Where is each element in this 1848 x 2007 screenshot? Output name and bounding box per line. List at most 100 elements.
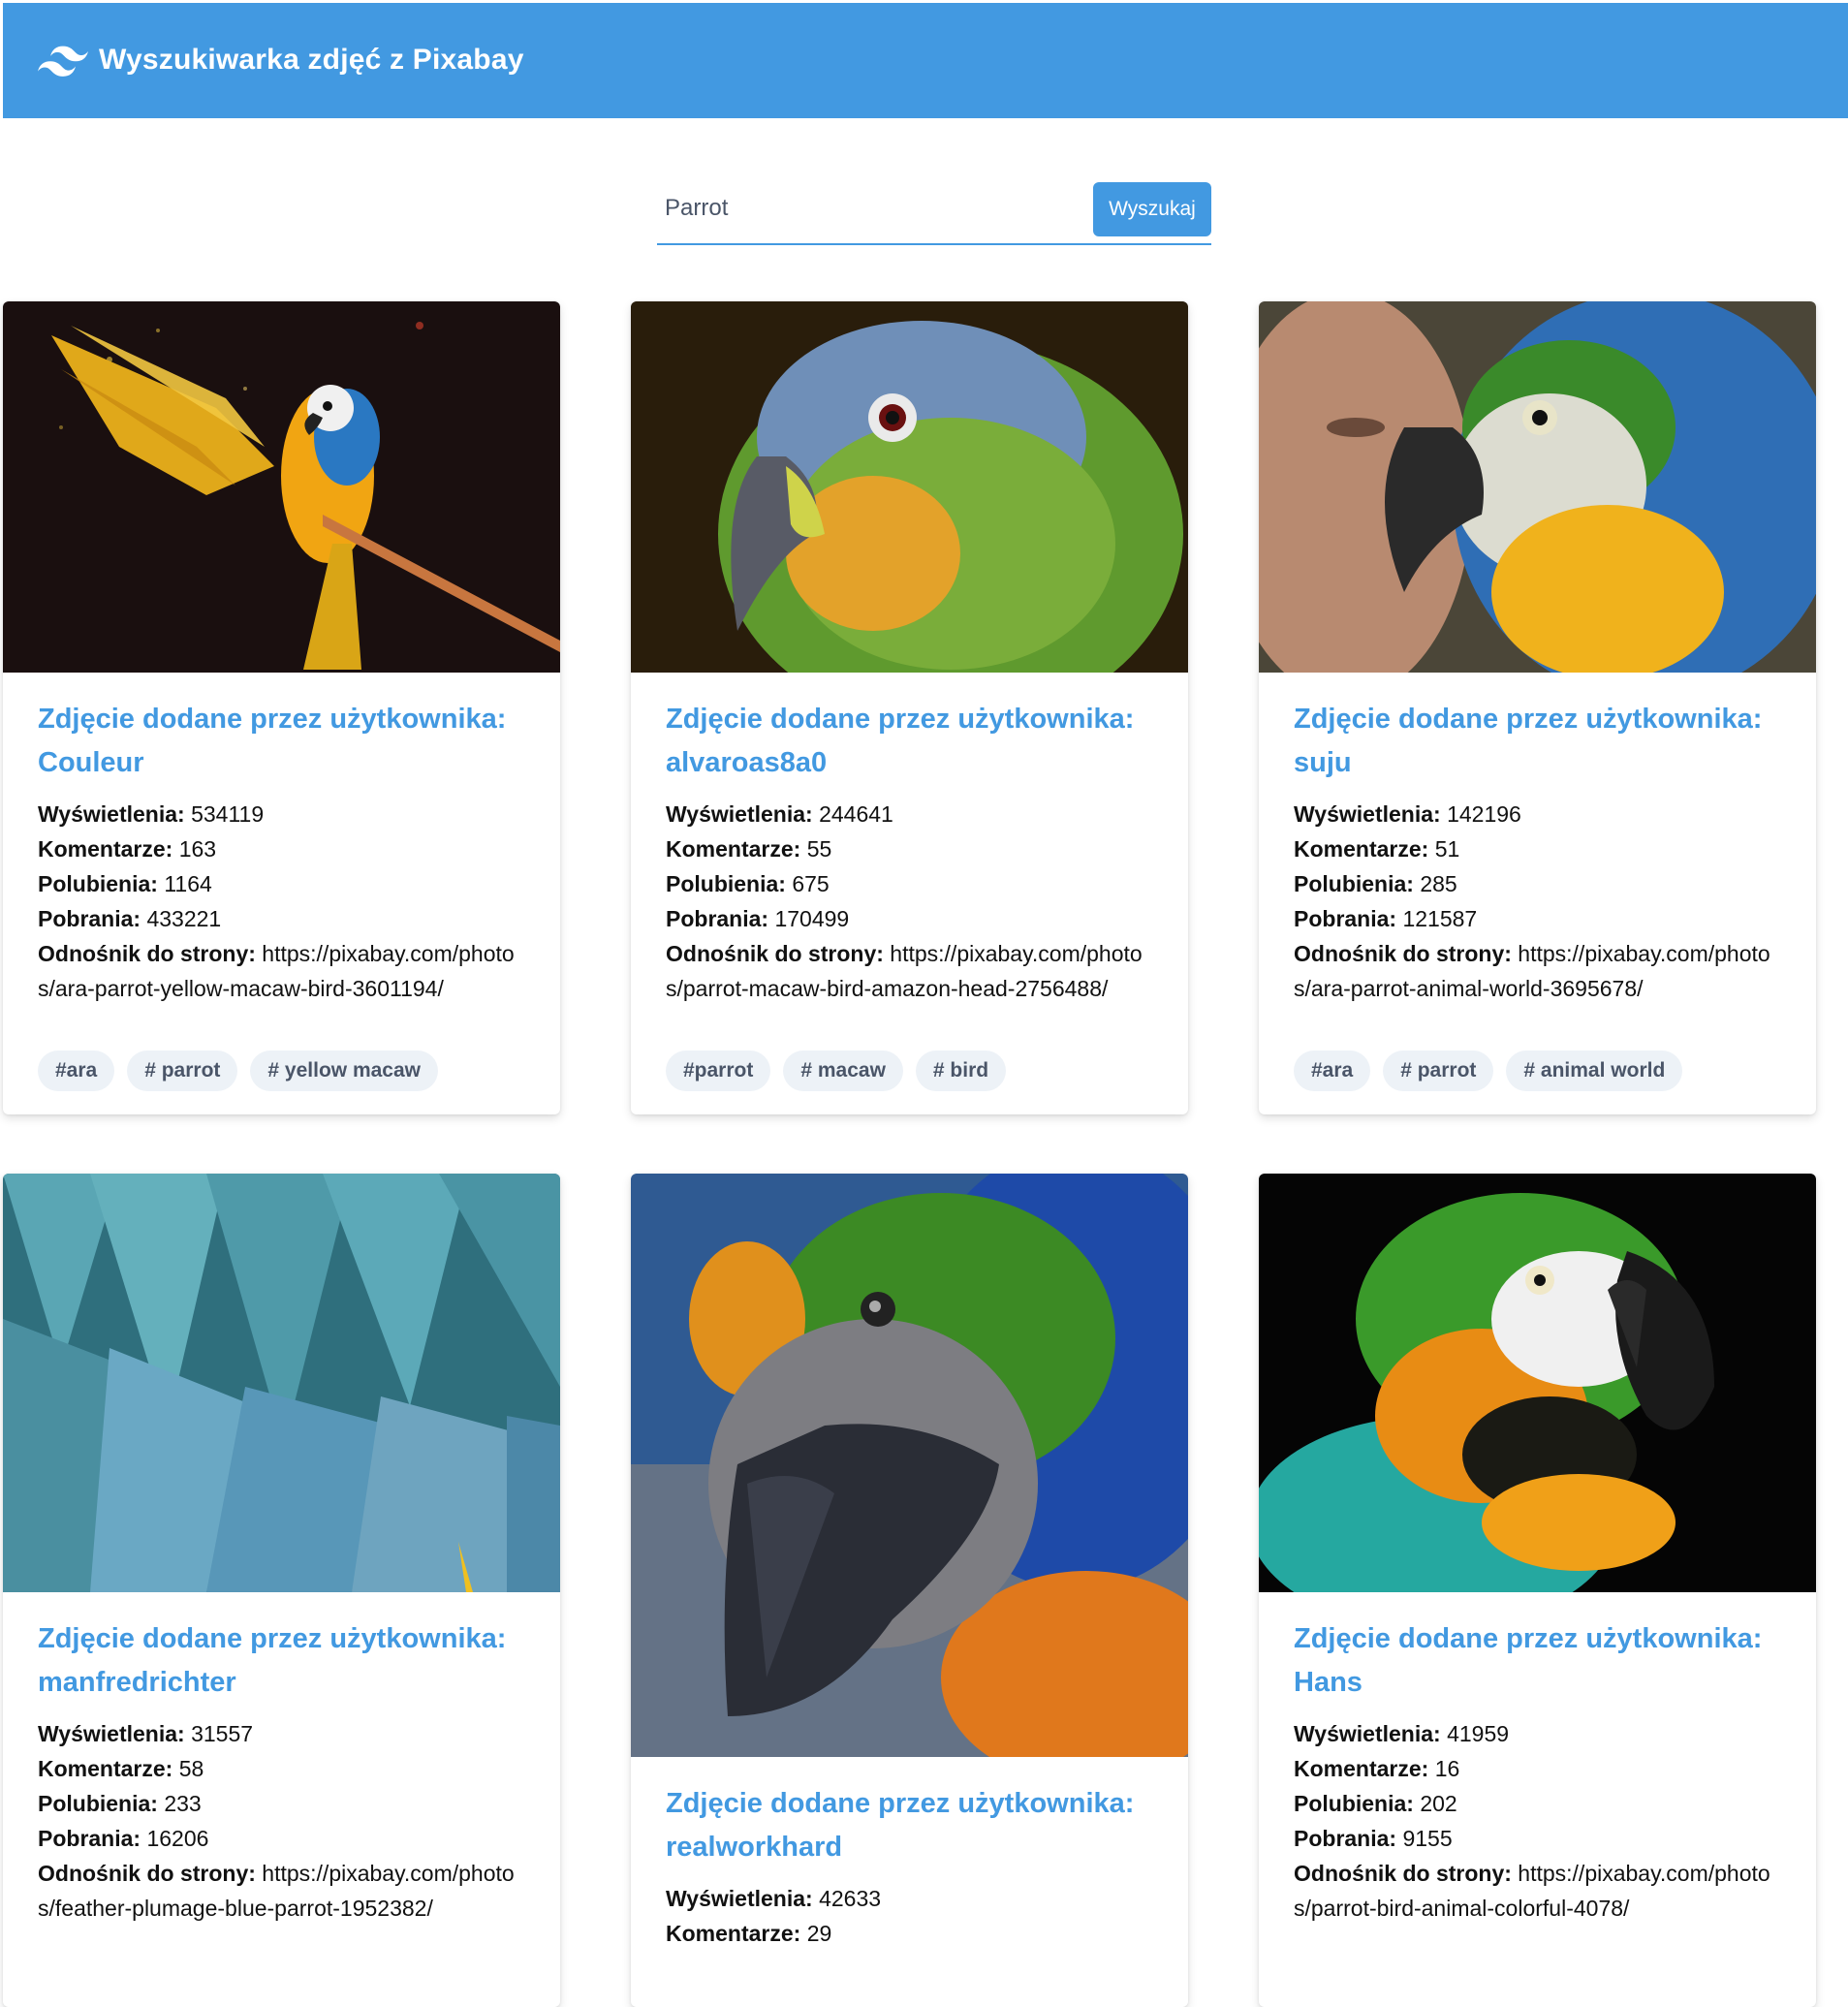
link-row: Odnośnik do strony: https://pixabay.com/…	[666, 936, 1153, 1006]
likes-row: Polubienia: 675	[666, 866, 1153, 901]
comments-value: 55	[806, 836, 832, 862]
downloads-value: 170499	[774, 906, 850, 931]
tag[interactable]: # macaw	[783, 1051, 903, 1091]
tag[interactable]: # animal world	[1506, 1051, 1683, 1091]
card-title-prefix: Zdjęcie dodane przez użytkownika:	[666, 704, 1135, 735]
likes-label: Polubienia:	[38, 871, 158, 896]
card-title-prefix: Zdjęcie dodane przez użytkownika:	[1294, 1623, 1763, 1654]
views-row: Wyświetlenia: 244641	[666, 797, 1153, 831]
views-label: Wyświetlenia:	[666, 801, 813, 827]
card-title: Zdjęcie dodane przez użytkownika: Couleu…	[38, 698, 525, 785]
downloads-label: Pobrania:	[38, 1826, 141, 1851]
tag[interactable]: # yellow macaw	[250, 1051, 438, 1091]
downloads-row: Pobrania: 9155	[1294, 1821, 1781, 1856]
app-title: Wyszukiwarka zdjęć z Pixabay	[99, 44, 524, 76]
downloads-label: Pobrania:	[1294, 1826, 1397, 1851]
tag[interactable]: #parrot	[666, 1051, 771, 1091]
downloads-label: Pobrania:	[38, 906, 141, 931]
comments-value: 51	[1434, 836, 1460, 862]
downloads-row: Pobrania: 170499	[666, 901, 1153, 936]
downloads-label: Pobrania:	[1294, 906, 1397, 931]
views-row: Wyświetlenia: 534119	[38, 797, 525, 831]
search-form: Wyszukaj	[657, 181, 1211, 245]
likes-row: Polubienia: 202	[1294, 1786, 1781, 1821]
likes-row: Polubienia: 233	[38, 1786, 525, 1821]
card-username: Hans	[1294, 1667, 1363, 1698]
comments-value: 163	[178, 836, 217, 862]
card-title: Zdjęcie dodane przez użytkownika: Hans	[1294, 1617, 1781, 1705]
search-button[interactable]: Wyszukaj	[1093, 182, 1211, 236]
photo-card: Zdjęcie dodane przez użytkownika: manfre…	[3, 1174, 560, 2007]
tag[interactable]: # parrot	[1383, 1051, 1494, 1091]
tag[interactable]: # parrot	[127, 1051, 238, 1091]
comments-row: Komentarze: 163	[38, 831, 525, 866]
tag-list: #ara # parrot # animal world	[1259, 1006, 1816, 1114]
card-title: Zdjęcie dodane przez użytkownika: manfre…	[38, 1617, 525, 1705]
card-title: Zdjęcie dodane przez użytkownika: alvaro…	[666, 698, 1153, 785]
comments-row: Komentarze: 55	[666, 831, 1153, 866]
comments-label: Komentarze:	[38, 836, 173, 862]
comments-row: Komentarze: 51	[1294, 831, 1781, 866]
photo-macaw-wings-spread	[3, 301, 560, 673]
card-username: alvaroas8a0	[666, 747, 828, 778]
downloads-label: Pobrania:	[666, 906, 769, 931]
likes-label: Polubienia:	[1294, 871, 1414, 896]
comments-label: Komentarze:	[666, 836, 801, 862]
comments-label: Komentarze:	[666, 1921, 801, 1946]
tailwind-logo-icon	[38, 46, 88, 77]
likes-label: Polubienia:	[38, 1791, 158, 1816]
downloads-value: 121587	[1402, 906, 1478, 931]
card-title-prefix: Zdjęcie dodane przez użytkownika:	[1294, 704, 1763, 735]
comments-value: 58	[178, 1756, 204, 1781]
link-label: Odnośnik do strony:	[38, 941, 256, 966]
downloads-row: Pobrania: 16206	[38, 1821, 525, 1856]
views-row: Wyświetlenia: 142196	[1294, 797, 1781, 831]
tag[interactable]: #ara	[38, 1051, 115, 1091]
views-value: 244641	[819, 801, 893, 827]
views-label: Wyświetlenia:	[666, 1886, 813, 1911]
photo-amazon-parrot-head	[631, 301, 1188, 673]
card-title-prefix: Zdjęcie dodane przez użytkownika:	[38, 1623, 507, 1654]
views-value: 31557	[191, 1721, 254, 1746]
likes-label: Polubienia:	[666, 871, 786, 896]
downloads-row: Pobrania: 433221	[38, 901, 525, 936]
comments-label: Komentarze:	[1294, 1756, 1429, 1781]
views-value: 42633	[819, 1886, 882, 1911]
photo-card: Zdjęcie dodane przez użytkownika: Hans W…	[1259, 1174, 1816, 2007]
views-label: Wyświetlenia:	[1294, 1721, 1441, 1746]
card-username: Couleur	[38, 747, 144, 778]
comments-value: 16	[1434, 1756, 1460, 1781]
link-label: Odnośnik do strony:	[1294, 1861, 1512, 1886]
card-title: Zdjęcie dodane przez użytkownika: realwo…	[666, 1782, 1153, 1869]
link-row: Odnośnik do strony: https://pixabay.com/…	[38, 1856, 525, 1926]
likes-value: 202	[1420, 1791, 1457, 1816]
tag-list: #ara # parrot # yellow macaw	[3, 1006, 560, 1114]
search-input[interactable]	[657, 181, 1099, 235]
views-value: 41959	[1447, 1721, 1510, 1746]
downloads-value: 9155	[1402, 1826, 1453, 1851]
views-row: Wyświetlenia: 31557	[38, 1716, 525, 1751]
card-title-prefix: Zdjęcie dodane przez użytkownika:	[38, 704, 507, 735]
likes-label: Polubienia:	[1294, 1791, 1414, 1816]
tag-list: #parrot # macaw # bird	[631, 1006, 1188, 1114]
likes-value: 285	[1420, 871, 1457, 896]
tag[interactable]: #ara	[1294, 1051, 1371, 1091]
downloads-value: 433221	[146, 906, 222, 931]
card-username: manfredrichter	[38, 1667, 236, 1698]
navbar: Wyszukiwarka zdjęć z Pixabay	[3, 3, 1848, 118]
photo-green-macaw-dark	[1259, 1174, 1816, 1592]
card-title-prefix: Zdjęcie dodane przez użytkownika:	[666, 1788, 1135, 1819]
photo-blue-feathers	[3, 1174, 560, 1592]
photo-card: Zdjęcie dodane przez użytkownika: Couleu…	[3, 301, 560, 1114]
link-row: Odnośnik do strony: https://pixabay.com/…	[1294, 1856, 1781, 1926]
views-row: Wyświetlenia: 41959	[1294, 1716, 1781, 1751]
card-title: Zdjęcie dodane przez użytkownika: suju	[1294, 698, 1781, 785]
views-label: Wyświetlenia:	[38, 1721, 185, 1746]
downloads-row: Pobrania: 121587	[1294, 901, 1781, 936]
tag[interactable]: # bird	[915, 1051, 1007, 1091]
card-username: suju	[1294, 747, 1352, 778]
comments-value: 29	[806, 1921, 832, 1946]
likes-value: 1164	[164, 871, 212, 896]
comments-label: Komentarze:	[38, 1756, 173, 1781]
comments-row: Komentarze: 16	[1294, 1751, 1781, 1786]
